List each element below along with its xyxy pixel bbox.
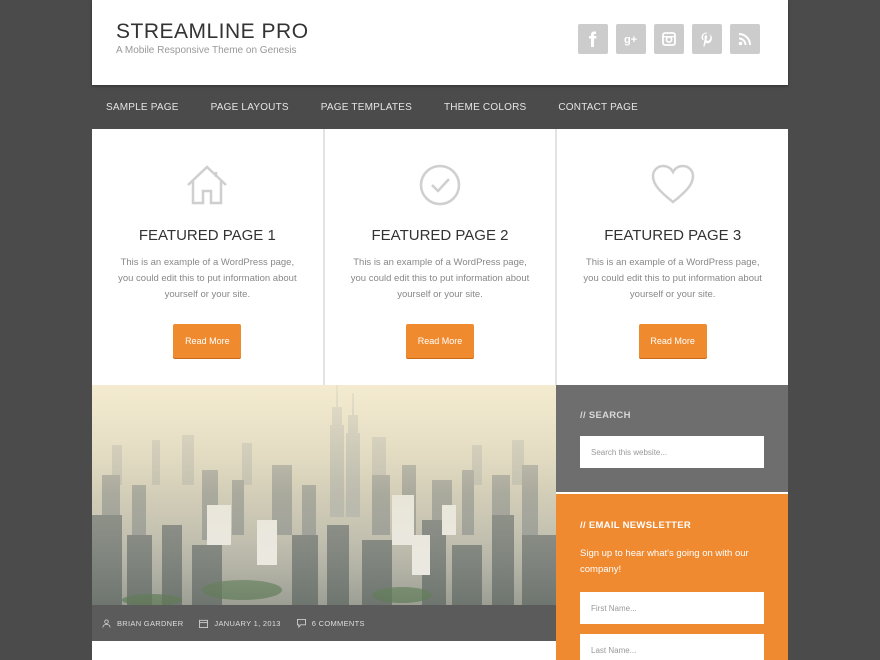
- svg-text:g+: g+: [624, 34, 637, 46]
- post-comments-count[interactable]: 6 COMMENTS: [312, 619, 365, 628]
- instagram-icon[interactable]: [654, 24, 684, 54]
- calendar-icon: [199, 619, 209, 628]
- newsletter-widget-title: // EMAIL NEWSLETTER: [580, 520, 692, 531]
- google-plus-icon[interactable]: g+: [616, 24, 646, 54]
- post-body: [92, 641, 556, 660]
- home-icon: [187, 165, 228, 205]
- newsletter-text: Sign up to hear what's going on with our…: [580, 548, 749, 575]
- featured-page-2: FEATURED PAGE 2 This is an example of a …: [324, 129, 556, 385]
- user-icon: [102, 618, 111, 628]
- search-widget: // SEARCH: [556, 385, 788, 492]
- read-more-button[interactable]: Read More: [406, 324, 474, 358]
- search-input[interactable]: [580, 436, 764, 468]
- post-comments[interactable]: 6 COMMENTS: [296, 618, 365, 628]
- search-widget-title: // SEARCH: [580, 410, 631, 421]
- checkmark-circle-icon: [419, 164, 461, 206]
- facebook-icon[interactable]: [578, 24, 608, 54]
- post-date: JANUARY 1, 2013: [199, 619, 280, 628]
- nav-item-page-layouts[interactable]: PAGE LAYOUTS: [195, 85, 305, 130]
- comment-icon: [296, 618, 306, 628]
- city-skyline-image[interactable]: [92, 385, 556, 605]
- featured-title[interactable]: FEATURED PAGE 1: [92, 227, 323, 244]
- post-meta: BRIAN GARDNER JANUARY 1, 2013 6 COMMENTS: [92, 605, 556, 641]
- featured-title[interactable]: FEATURED PAGE 2: [325, 227, 556, 244]
- featured-post: BRIAN GARDNER JANUARY 1, 2013 6 COMMENTS: [92, 385, 556, 660]
- featured-text: This is an example of a WordPress page, …: [583, 257, 762, 300]
- featured-page-1: FEATURED PAGE 1 This is an example of a …: [92, 129, 323, 385]
- heart-icon: [651, 164, 694, 204]
- site-header: STREAMLINE PRO A Mobile Responsive Theme…: [92, 0, 788, 85]
- nav-item-page-templates[interactable]: PAGE TEMPLATES: [305, 85, 428, 130]
- newsletter-widget: // EMAIL NEWSLETTER Sign up to hear what…: [556, 492, 788, 660]
- last-name-input[interactable]: [580, 634, 764, 660]
- featured-text: This is an example of a WordPress page, …: [118, 257, 297, 300]
- nav-item-theme-colors[interactable]: THEME COLORS: [428, 85, 542, 130]
- site-description: A Mobile Responsive Theme on Genesis: [116, 45, 297, 56]
- rss-icon[interactable]: [730, 24, 760, 54]
- primary-nav: SAMPLE PAGE PAGE LAYOUTS PAGE TEMPLATES …: [92, 85, 788, 130]
- nav-item-sample-page[interactable]: SAMPLE PAGE: [92, 85, 195, 130]
- featured-page-3: FEATURED PAGE 3 This is an example of a …: [557, 129, 789, 385]
- read-more-button[interactable]: Read More: [173, 324, 242, 358]
- social-icons: g+: [578, 24, 760, 54]
- post-author-name[interactable]: BRIAN GARDNER: [117, 619, 183, 628]
- read-more-button[interactable]: Read More: [638, 324, 707, 358]
- pinterest-icon[interactable]: [692, 24, 722, 54]
- post-author[interactable]: BRIAN GARDNER: [102, 619, 183, 628]
- featured-title[interactable]: FEATURED PAGE 3: [557, 227, 788, 244]
- featured-pages: FEATURED PAGE 1 This is an example of a …: [92, 129, 789, 385]
- post-date-text: JANUARY 1, 2013: [214, 618, 281, 628]
- site-title[interactable]: STREAMLINE PRO: [116, 20, 309, 44]
- featured-text: This is an example of a WordPress page, …: [350, 257, 530, 300]
- first-name-input[interactable]: [580, 592, 764, 624]
- nav-item-contact-page[interactable]: CONTACT PAGE: [542, 85, 654, 130]
